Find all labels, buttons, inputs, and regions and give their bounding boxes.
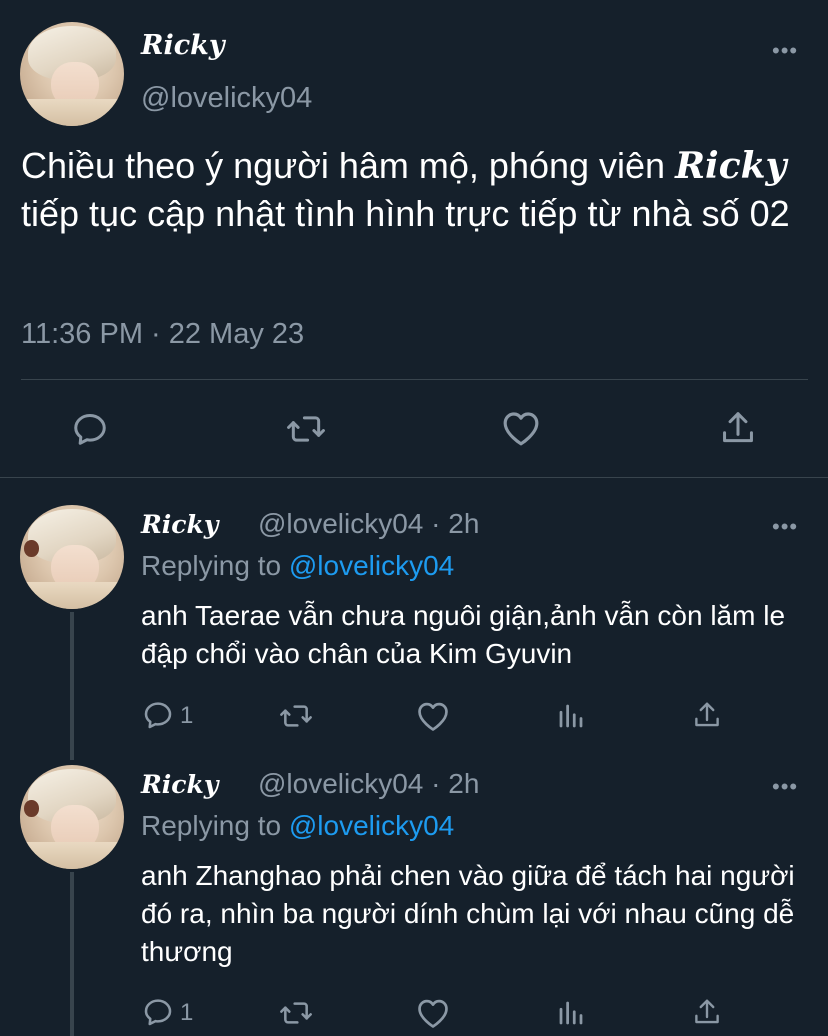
display-name[interactable]: Ricky <box>141 770 218 799</box>
divider <box>0 477 828 478</box>
replying-to: Replying to @lovelicky04 <box>141 810 454 842</box>
mention-link[interactable]: @lovelicky04 <box>289 550 454 581</box>
share-icon[interactable] <box>719 408 757 448</box>
retweet-icon[interactable] <box>277 700 315 732</box>
reply-icon[interactable] <box>142 699 174 731</box>
reply-count: 1 <box>180 702 194 729</box>
retweet-icon[interactable] <box>277 997 315 1029</box>
handle-time[interactable]: @lovelicky04 · 2h <box>258 768 479 800</box>
mention-link[interactable]: @lovelicky04 <box>289 810 454 841</box>
reply-text: anh Zhanghao phải chen vào giữa để tách … <box>141 860 795 967</box>
divider <box>21 379 808 380</box>
like-icon[interactable] <box>501 409 541 447</box>
main-tweet: Ricky @lovelicky04 ••• Chiều theo ý ngườ… <box>0 0 828 478</box>
display-name[interactable]: Ricky <box>141 30 225 61</box>
avatar[interactable] <box>20 505 124 609</box>
share-icon[interactable] <box>692 698 722 732</box>
like-icon[interactable] <box>416 997 450 1029</box>
reply-icon[interactable] <box>71 410 109 448</box>
tweet-text: Chiều theo ý người hâm mộ, phóng viên Ri… <box>21 142 811 237</box>
display-name[interactable]: Ricky <box>141 510 218 539</box>
avatar[interactable] <box>20 22 124 126</box>
more-icon[interactable]: ••• <box>772 776 798 798</box>
user-handle[interactable]: @lovelicky04 <box>141 82 312 115</box>
thread-line <box>70 612 74 760</box>
analytics-icon[interactable] <box>556 700 586 732</box>
reply-icon[interactable] <box>142 996 174 1028</box>
reply-text: anh Taerae vẫn chưa nguôi giận,ảnh vẫn c… <box>141 600 786 669</box>
share-icon[interactable] <box>692 995 722 1029</box>
handle-time[interactable]: @lovelicky04 · 2h <box>258 508 479 540</box>
replying-to: Replying to @lovelicky04 <box>141 550 454 582</box>
tweet-text-part: Chiều theo ý người hâm mộ, phóng viên <box>21 145 676 186</box>
replying-prefix: Replying to <box>141 810 289 841</box>
analytics-icon[interactable] <box>556 997 586 1029</box>
thread-line <box>70 872 74 1036</box>
timestamp[interactable]: 11:36 PM · 22 May 23 <box>21 318 304 351</box>
more-icon[interactable]: ••• <box>772 40 798 62</box>
reply-count: 1 <box>180 999 194 1026</box>
avatar[interactable] <box>20 765 124 869</box>
tweet-thread-page: Ricky @lovelicky04 ••• Chiều theo ý ngườ… <box>0 0 828 1036</box>
tweet-text-name: Ricky <box>675 145 787 187</box>
retweet-icon[interactable] <box>284 410 328 448</box>
replying-prefix: Replying to <box>141 550 289 581</box>
like-icon[interactable] <box>416 700 450 732</box>
more-icon[interactable]: ••• <box>772 516 798 538</box>
